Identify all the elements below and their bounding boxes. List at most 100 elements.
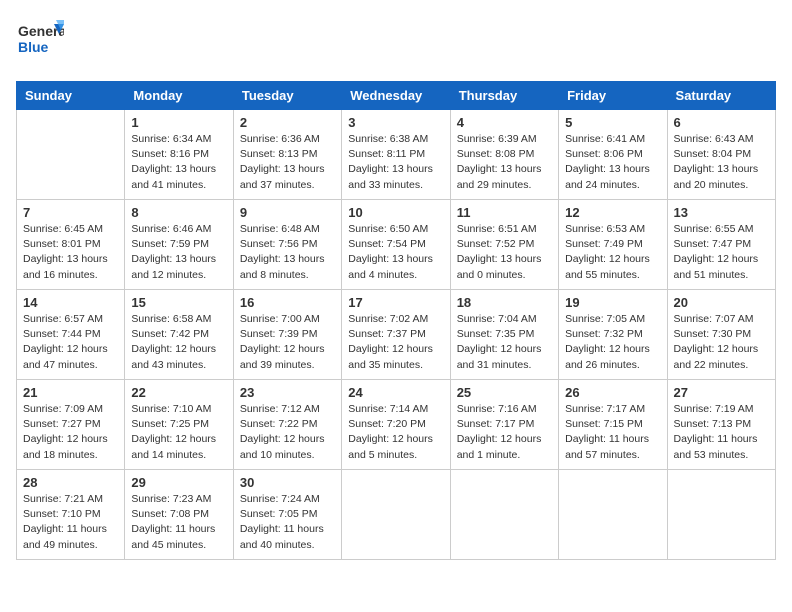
day-number: 17 [348, 295, 443, 310]
day-header-thursday: Thursday [450, 82, 558, 110]
day-header-sunday: Sunday [17, 82, 125, 110]
day-number: 23 [240, 385, 335, 400]
day-number: 12 [565, 205, 660, 220]
day-info: Sunrise: 7:14 AM Sunset: 7:20 PM Dayligh… [348, 402, 443, 463]
calendar-cell [342, 470, 450, 560]
calendar-cell [559, 470, 667, 560]
calendar-cell [17, 110, 125, 200]
logo-icon: General Blue [16, 16, 64, 64]
day-number: 10 [348, 205, 443, 220]
day-number: 24 [348, 385, 443, 400]
day-info: Sunrise: 6:53 AM Sunset: 7:49 PM Dayligh… [565, 222, 660, 283]
day-header-monday: Monday [125, 82, 233, 110]
day-info: Sunrise: 6:45 AM Sunset: 8:01 PM Dayligh… [23, 222, 118, 283]
day-number: 4 [457, 115, 552, 130]
day-info: Sunrise: 6:38 AM Sunset: 8:11 PM Dayligh… [348, 132, 443, 193]
day-info: Sunrise: 7:17 AM Sunset: 7:15 PM Dayligh… [565, 402, 660, 463]
day-info: Sunrise: 7:23 AM Sunset: 7:08 PM Dayligh… [131, 492, 226, 553]
calendar-cell: 30 Sunrise: 7:24 AM Sunset: 7:05 PM Dayli… [233, 470, 341, 560]
day-info: Sunrise: 7:10 AM Sunset: 7:25 PM Dayligh… [131, 402, 226, 463]
day-number: 21 [23, 385, 118, 400]
calendar-cell: 22 Sunrise: 7:10 AM Sunset: 7:25 PM Dayli… [125, 380, 233, 470]
day-info: Sunrise: 6:55 AM Sunset: 7:47 PM Dayligh… [674, 222, 769, 283]
day-info: Sunrise: 6:46 AM Sunset: 7:59 PM Dayligh… [131, 222, 226, 283]
day-info: Sunrise: 7:16 AM Sunset: 7:17 PM Dayligh… [457, 402, 552, 463]
day-info: Sunrise: 6:39 AM Sunset: 8:08 PM Dayligh… [457, 132, 552, 193]
calendar-cell: 15 Sunrise: 6:58 AM Sunset: 7:42 PM Dayli… [125, 290, 233, 380]
day-number: 30 [240, 475, 335, 490]
day-number: 28 [23, 475, 118, 490]
day-info: Sunrise: 6:58 AM Sunset: 7:42 PM Dayligh… [131, 312, 226, 373]
day-number: 16 [240, 295, 335, 310]
day-info: Sunrise: 6:43 AM Sunset: 8:04 PM Dayligh… [674, 132, 769, 193]
day-info: Sunrise: 6:48 AM Sunset: 7:56 PM Dayligh… [240, 222, 335, 283]
calendar-cell: 24 Sunrise: 7:14 AM Sunset: 7:20 PM Dayli… [342, 380, 450, 470]
logo: General Blue [16, 16, 64, 69]
day-number: 13 [674, 205, 769, 220]
calendar-cell: 13 Sunrise: 6:55 AM Sunset: 7:47 PM Dayli… [667, 200, 775, 290]
day-info: Sunrise: 7:24 AM Sunset: 7:05 PM Dayligh… [240, 492, 335, 553]
day-info: Sunrise: 7:12 AM Sunset: 7:22 PM Dayligh… [240, 402, 335, 463]
calendar-cell: 14 Sunrise: 6:57 AM Sunset: 7:44 PM Dayli… [17, 290, 125, 380]
day-info: Sunrise: 7:19 AM Sunset: 7:13 PM Dayligh… [674, 402, 769, 463]
day-number: 1 [131, 115, 226, 130]
day-number: 19 [565, 295, 660, 310]
day-info: Sunrise: 6:57 AM Sunset: 7:44 PM Dayligh… [23, 312, 118, 373]
calendar-week-3: 14 Sunrise: 6:57 AM Sunset: 7:44 PM Dayli… [17, 290, 776, 380]
calendar-week-4: 21Sunrise: 7:09 AM Sunset: 7:27 PM Dayli… [17, 380, 776, 470]
day-number: 3 [348, 115, 443, 130]
day-number: 18 [457, 295, 552, 310]
day-info: Sunrise: 6:36 AM Sunset: 8:13 PM Dayligh… [240, 132, 335, 193]
day-number: 14 [23, 295, 118, 310]
calendar-cell: 1 Sunrise: 6:34 AM Sunset: 8:16 PM Daylig… [125, 110, 233, 200]
calendar-cell: 20Sunrise: 7:07 AM Sunset: 7:30 PM Dayli… [667, 290, 775, 380]
calendar-cell: 26 Sunrise: 7:17 AM Sunset: 7:15 PM Dayli… [559, 380, 667, 470]
day-number: 7 [23, 205, 118, 220]
day-info: Sunrise: 7:21 AM Sunset: 7:10 PM Dayligh… [23, 492, 118, 553]
header-row: SundayMondayTuesdayWednesdayThursdayFrid… [17, 82, 776, 110]
calendar-cell: 19Sunrise: 7:05 AM Sunset: 7:32 PM Dayli… [559, 290, 667, 380]
calendar-cell: 12 Sunrise: 6:53 AM Sunset: 7:49 PM Dayli… [559, 200, 667, 290]
day-number: 9 [240, 205, 335, 220]
day-info: Sunrise: 7:04 AM Sunset: 7:35 PM Dayligh… [457, 312, 552, 373]
day-header-wednesday: Wednesday [342, 82, 450, 110]
calendar-cell: 23 Sunrise: 7:12 AM Sunset: 7:22 PM Dayli… [233, 380, 341, 470]
calendar-cell: 11Sunrise: 6:51 AM Sunset: 7:52 PM Dayli… [450, 200, 558, 290]
calendar-cell: 28 Sunrise: 7:21 AM Sunset: 7:10 PM Dayli… [17, 470, 125, 560]
calendar-cell: 25 Sunrise: 7:16 AM Sunset: 7:17 PM Dayli… [450, 380, 558, 470]
calendar-cell: 16Sunrise: 7:00 AM Sunset: 7:39 PM Dayli… [233, 290, 341, 380]
calendar-cell: 29 Sunrise: 7:23 AM Sunset: 7:08 PM Dayli… [125, 470, 233, 560]
calendar-cell [667, 470, 775, 560]
day-number: 8 [131, 205, 226, 220]
day-number: 26 [565, 385, 660, 400]
day-info: Sunrise: 6:34 AM Sunset: 8:16 PM Dayligh… [131, 132, 226, 193]
day-number: 6 [674, 115, 769, 130]
day-number: 27 [674, 385, 769, 400]
day-info: Sunrise: 7:07 AM Sunset: 7:30 PM Dayligh… [674, 312, 769, 373]
calendar-cell: 7 Sunrise: 6:45 AM Sunset: 8:01 PM Daylig… [17, 200, 125, 290]
calendar-table: SundayMondayTuesdayWednesdayThursdayFrid… [16, 81, 776, 560]
day-header-friday: Friday [559, 82, 667, 110]
page-header: General Blue [16, 16, 776, 69]
calendar-cell: 21Sunrise: 7:09 AM Sunset: 7:27 PM Dayli… [17, 380, 125, 470]
calendar-cell: 10 Sunrise: 6:50 AM Sunset: 7:54 PM Dayli… [342, 200, 450, 290]
day-number: 11 [457, 205, 552, 220]
day-number: 29 [131, 475, 226, 490]
calendar-cell: 8 Sunrise: 6:46 AM Sunset: 7:59 PM Daylig… [125, 200, 233, 290]
calendar-week-1: 1 Sunrise: 6:34 AM Sunset: 8:16 PM Daylig… [17, 110, 776, 200]
day-number: 2 [240, 115, 335, 130]
calendar-cell: 27 Sunrise: 7:19 AM Sunset: 7:13 PM Dayli… [667, 380, 775, 470]
day-number: 25 [457, 385, 552, 400]
day-number: 22 [131, 385, 226, 400]
day-number: 15 [131, 295, 226, 310]
day-info: Sunrise: 6:50 AM Sunset: 7:54 PM Dayligh… [348, 222, 443, 283]
calendar-cell: 18 Sunrise: 7:04 AM Sunset: 7:35 PM Dayli… [450, 290, 558, 380]
svg-text:Blue: Blue [18, 39, 49, 55]
calendar-cell [450, 470, 558, 560]
day-info: Sunrise: 7:02 AM Sunset: 7:37 PM Dayligh… [348, 312, 443, 373]
calendar-cell: 5Sunrise: 6:41 AM Sunset: 8:06 PM Daylig… [559, 110, 667, 200]
calendar-cell: 17 Sunrise: 7:02 AM Sunset: 7:37 PM Dayli… [342, 290, 450, 380]
calendar-week-5: 28 Sunrise: 7:21 AM Sunset: 7:10 PM Dayli… [17, 470, 776, 560]
calendar-cell: 9 Sunrise: 6:48 AM Sunset: 7:56 PM Daylig… [233, 200, 341, 290]
calendar-cell: 4 Sunrise: 6:39 AM Sunset: 8:08 PM Daylig… [450, 110, 558, 200]
